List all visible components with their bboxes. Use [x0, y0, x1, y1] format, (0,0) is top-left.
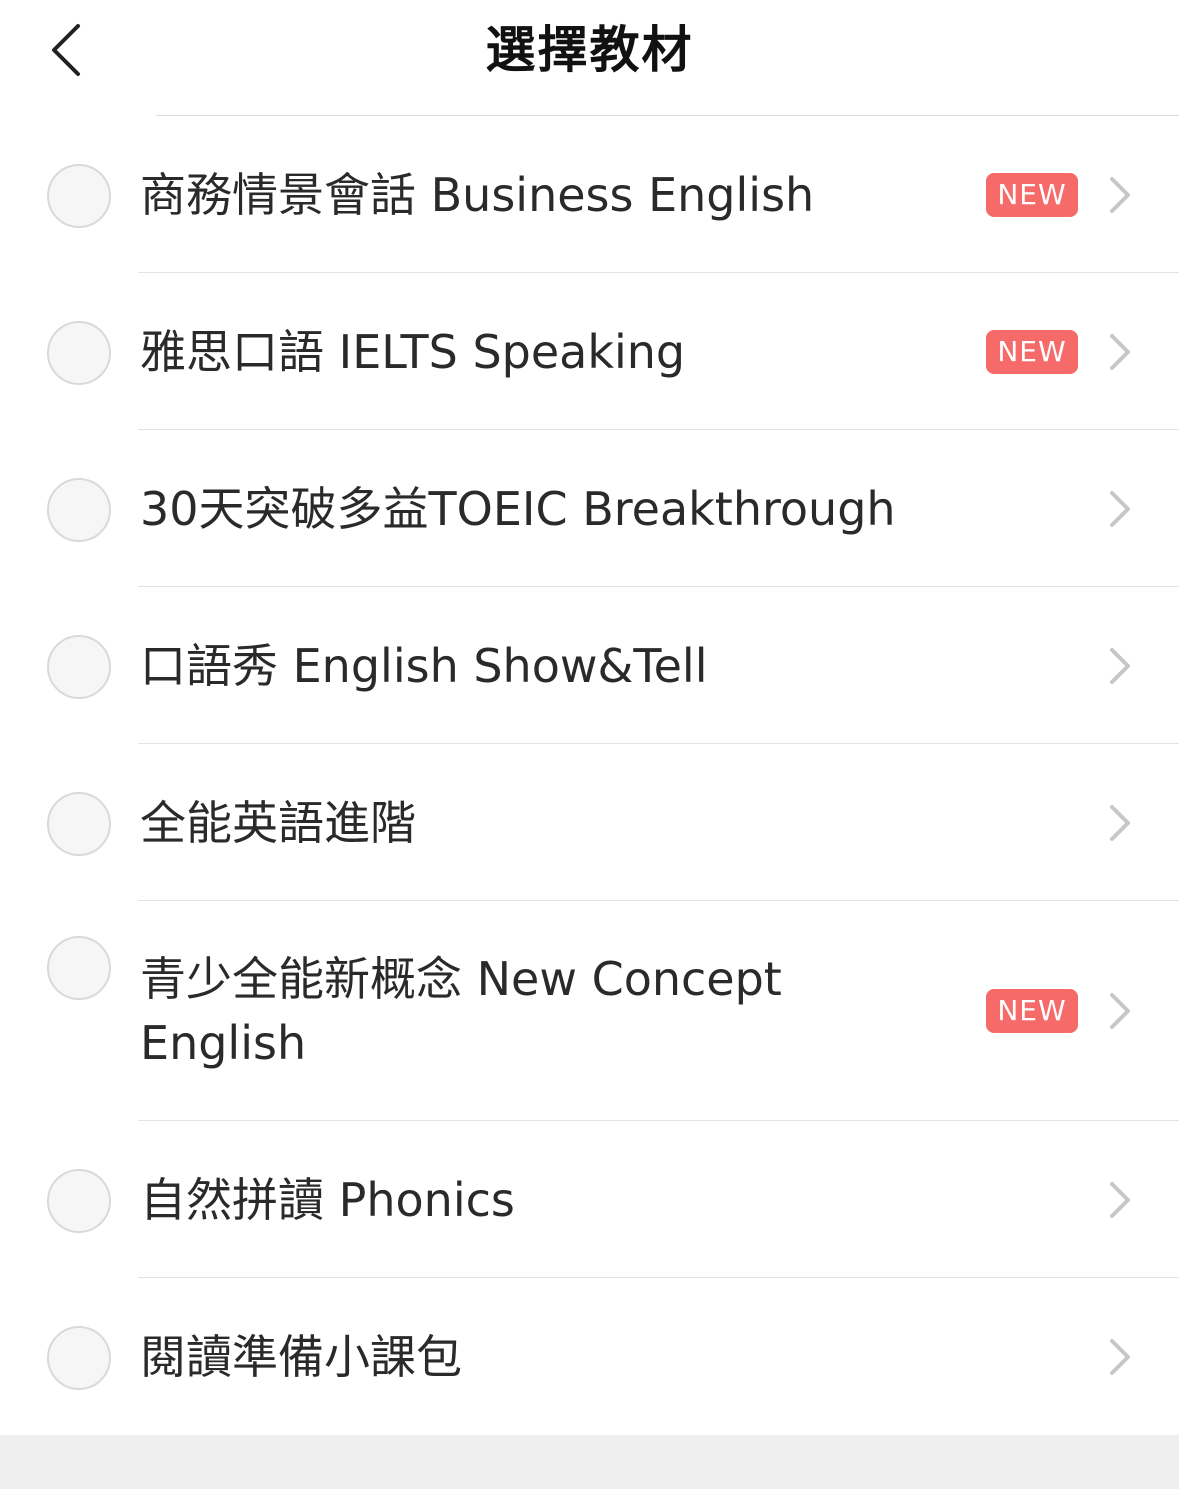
- new-badge: NEW: [986, 989, 1078, 1033]
- radio-button[interactable]: [47, 791, 111, 856]
- chevron-right-icon: [1110, 993, 1130, 1029]
- new-badge: NEW: [986, 329, 1078, 374]
- new-badge: NEW: [986, 172, 1078, 217]
- material-label: 口語秀 English Show&Tell: [140, 638, 708, 693]
- chevron-right-icon: [1110, 176, 1130, 213]
- chevron-right-icon: [1110, 804, 1130, 841]
- radio-button[interactable]: [47, 936, 111, 1000]
- material-label: 自然拼讀 Phonics: [140, 1172, 515, 1227]
- material-item-toeic-breakthrough[interactable]: 30天突破多益TOEIC Breakthrough: [0, 430, 1179, 587]
- material-label: 閱讀準備小課包: [140, 1329, 462, 1384]
- material-label: 雅思口語 IELTS Speaking: [140, 324, 686, 379]
- radio-button[interactable]: [47, 1168, 111, 1233]
- chevron-right-icon: [1110, 1338, 1130, 1375]
- material-item-advanced-english[interactable]: 全能英語進階: [0, 744, 1179, 901]
- material-item-new-concept-english[interactable]: 青少全能新概念 New Concept English NEW: [0, 901, 1179, 1121]
- radio-button[interactable]: [47, 320, 111, 385]
- radio-button[interactable]: [47, 163, 111, 228]
- radio-button[interactable]: [47, 1325, 111, 1390]
- material-item-show-and-tell[interactable]: 口語秀 English Show&Tell: [0, 587, 1179, 744]
- material-selection-screen: 選擇教材 商務情景會話 Business English NEW 雅思口語 IE…: [0, 0, 1179, 1489]
- chevron-right-icon: [1110, 1181, 1130, 1218]
- chevron-right-icon: [1110, 333, 1130, 370]
- material-item-business-english[interactable]: 商務情景會話 Business English NEW: [0, 116, 1179, 273]
- radio-button[interactable]: [47, 634, 111, 699]
- material-list: 商務情景會話 Business English NEW 雅思口語 IELTS S…: [0, 116, 1179, 1435]
- material-label: 全能英語進階: [140, 795, 416, 850]
- top-bar: 選擇教材: [0, 0, 1179, 116]
- page-title: 選擇教材: [485, 21, 694, 79]
- material-label: 30天突破多益TOEIC Breakthrough: [140, 481, 896, 536]
- material-item-reading-prep[interactable]: 閱讀準備小課包: [0, 1278, 1179, 1435]
- radio-button[interactable]: [47, 477, 111, 542]
- material-item-ielts-speaking[interactable]: 雅思口語 IELTS Speaking NEW: [0, 273, 1179, 430]
- chevron-right-icon: [1110, 490, 1130, 527]
- material-item-phonics[interactable]: 自然拼讀 Phonics: [0, 1121, 1179, 1278]
- material-label: 商務情景會話 Business English: [140, 167, 815, 222]
- chevron-right-icon: [1110, 647, 1130, 684]
- material-label: 青少全能新概念 New Concept English: [140, 952, 782, 1070]
